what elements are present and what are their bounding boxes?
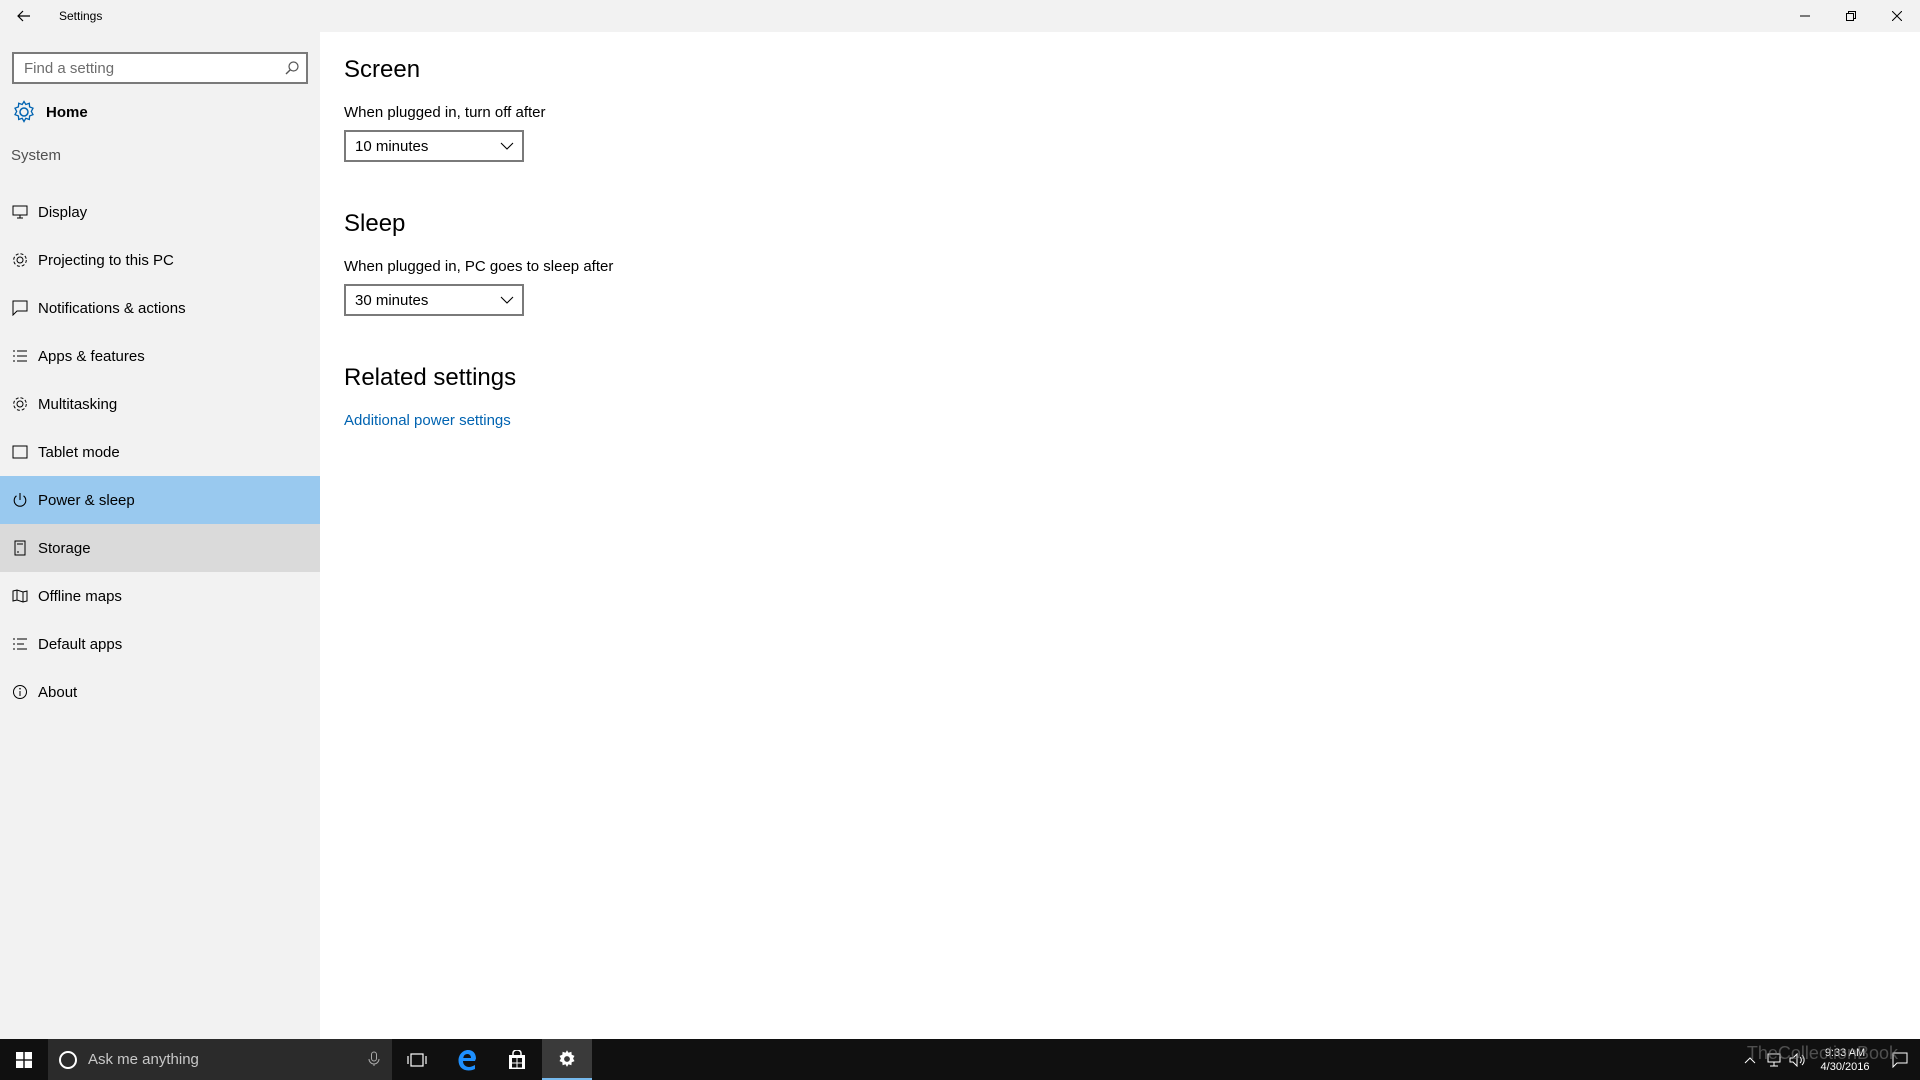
settings-taskbar-button[interactable] (542, 1039, 592, 1080)
close-button[interactable] (1874, 0, 1920, 32)
sleep-heading: Sleep (344, 210, 406, 237)
screen-heading: Screen (344, 56, 421, 83)
cortana-search-box[interactable]: Ask me anything (48, 1039, 392, 1080)
chevron-down-icon (500, 296, 514, 304)
restore-button[interactable] (1828, 0, 1874, 32)
notifications-icon (12, 300, 28, 316)
sidebar-item-tablet-mode[interactable]: Tablet mode (0, 428, 320, 476)
find-setting-search[interactable] (12, 52, 308, 84)
sidebar-item-label: Notifications & actions (38, 299, 186, 317)
list-icon (12, 348, 28, 364)
info-icon (12, 684, 28, 700)
sleep-timeout-dropdown[interactable]: 30 minutes (344, 284, 524, 316)
related-settings-heading: Related settings (344, 364, 517, 391)
minimize-button[interactable] (1782, 0, 1828, 32)
sidebar-item-label: Display (38, 203, 88, 221)
sleep-timeout-value: 30 minutes (355, 291, 429, 309)
system-nav-list: Display Projecting to this PC Notificati… (0, 188, 320, 716)
home-label: Home (46, 103, 88, 121)
sidebar-item-label: Projecting to this PC (38, 251, 174, 269)
projecting-icon (12, 252, 28, 268)
screen-timeout-value: 10 minutes (355, 137, 429, 155)
back-arrow-icon (17, 10, 30, 22)
sidebar-item-label: About (38, 683, 78, 701)
sidebar: Home System Display Projecting to this P… (0, 32, 320, 1039)
cortana-icon (59, 1050, 77, 1069)
monitor-icon (12, 204, 28, 220)
home-nav-item[interactable]: Home (0, 92, 320, 132)
task-view-button[interactable] (392, 1039, 442, 1080)
microphone-icon[interactable] (368, 1051, 380, 1067)
multitasking-icon (12, 396, 28, 412)
sidebar-item-default-apps[interactable]: Default apps (0, 620, 320, 668)
gear-icon (14, 100, 34, 123)
sidebar-item-storage[interactable]: Storage (0, 524, 320, 572)
watermark-text: TheCollectionBook (1746, 1043, 1898, 1063)
additional-power-settings-link[interactable]: Additional power settings (344, 412, 511, 429)
sidebar-item-multitasking[interactable]: Multitasking (0, 380, 320, 428)
taskbar: Ask me anything TheCollectionBook 9:33 A… (0, 1039, 1920, 1080)
windows-logo-icon (16, 1051, 32, 1068)
sidebar-item-offline-maps[interactable]: Offline maps (0, 572, 320, 620)
default-apps-icon (12, 636, 28, 652)
screen-timeout-label: When plugged in, turn off after (344, 104, 546, 121)
content-pane: Screen When plugged in, turn off after 1… (320, 32, 1920, 1039)
system-tray: TheCollectionBook 9:33 AM 4/30/2016 (1738, 1039, 1920, 1080)
sidebar-item-label: Multitasking (38, 395, 118, 413)
storage-icon (12, 540, 28, 556)
section-label: System (11, 147, 62, 164)
window-controls (1782, 0, 1920, 32)
start-button[interactable] (0, 1039, 48, 1080)
sidebar-item-label: Tablet mode (38, 443, 120, 461)
restore-icon (1846, 11, 1856, 21)
search-input[interactable] (24, 59, 278, 77)
sidebar-item-about[interactable]: About (0, 668, 320, 716)
sidebar-item-label: Storage (38, 539, 91, 557)
map-icon (12, 588, 28, 604)
close-icon (1892, 11, 1902, 21)
search-icon[interactable] (278, 54, 306, 82)
store-icon (509, 1049, 525, 1069)
chevron-down-icon (500, 142, 514, 150)
title-bar: Settings (0, 0, 1920, 32)
sidebar-item-label: Power & sleep (38, 491, 135, 509)
sleep-timeout-label: When plugged in, PC goes to sleep after (344, 258, 614, 275)
edge-icon (458, 1049, 476, 1070)
back-button[interactable] (0, 0, 48, 32)
window-title: Settings (59, 9, 103, 23)
cortana-placeholder: Ask me anything (88, 1051, 199, 1068)
screen-timeout-dropdown[interactable]: 10 minutes (344, 130, 524, 162)
sidebar-item-notifications[interactable]: Notifications & actions (0, 284, 320, 332)
settings-gear-icon (559, 1049, 575, 1067)
tablet-icon (12, 444, 28, 460)
store-taskbar-button[interactable] (492, 1039, 542, 1080)
sidebar-item-apps-features[interactable]: Apps & features (0, 332, 320, 380)
sidebar-item-projecting[interactable]: Projecting to this PC (0, 236, 320, 284)
sidebar-item-label: Apps & features (38, 347, 145, 365)
minimize-icon (1800, 15, 1810, 17)
sidebar-item-label: Default apps (38, 635, 123, 653)
sidebar-item-power-sleep[interactable]: Power & sleep (0, 476, 320, 524)
task-view-icon (407, 1052, 427, 1067)
power-icon (12, 492, 28, 508)
edge-taskbar-button[interactable] (442, 1039, 492, 1080)
sidebar-item-label: Offline maps (38, 587, 122, 605)
sidebar-item-display[interactable]: Display (0, 188, 320, 236)
